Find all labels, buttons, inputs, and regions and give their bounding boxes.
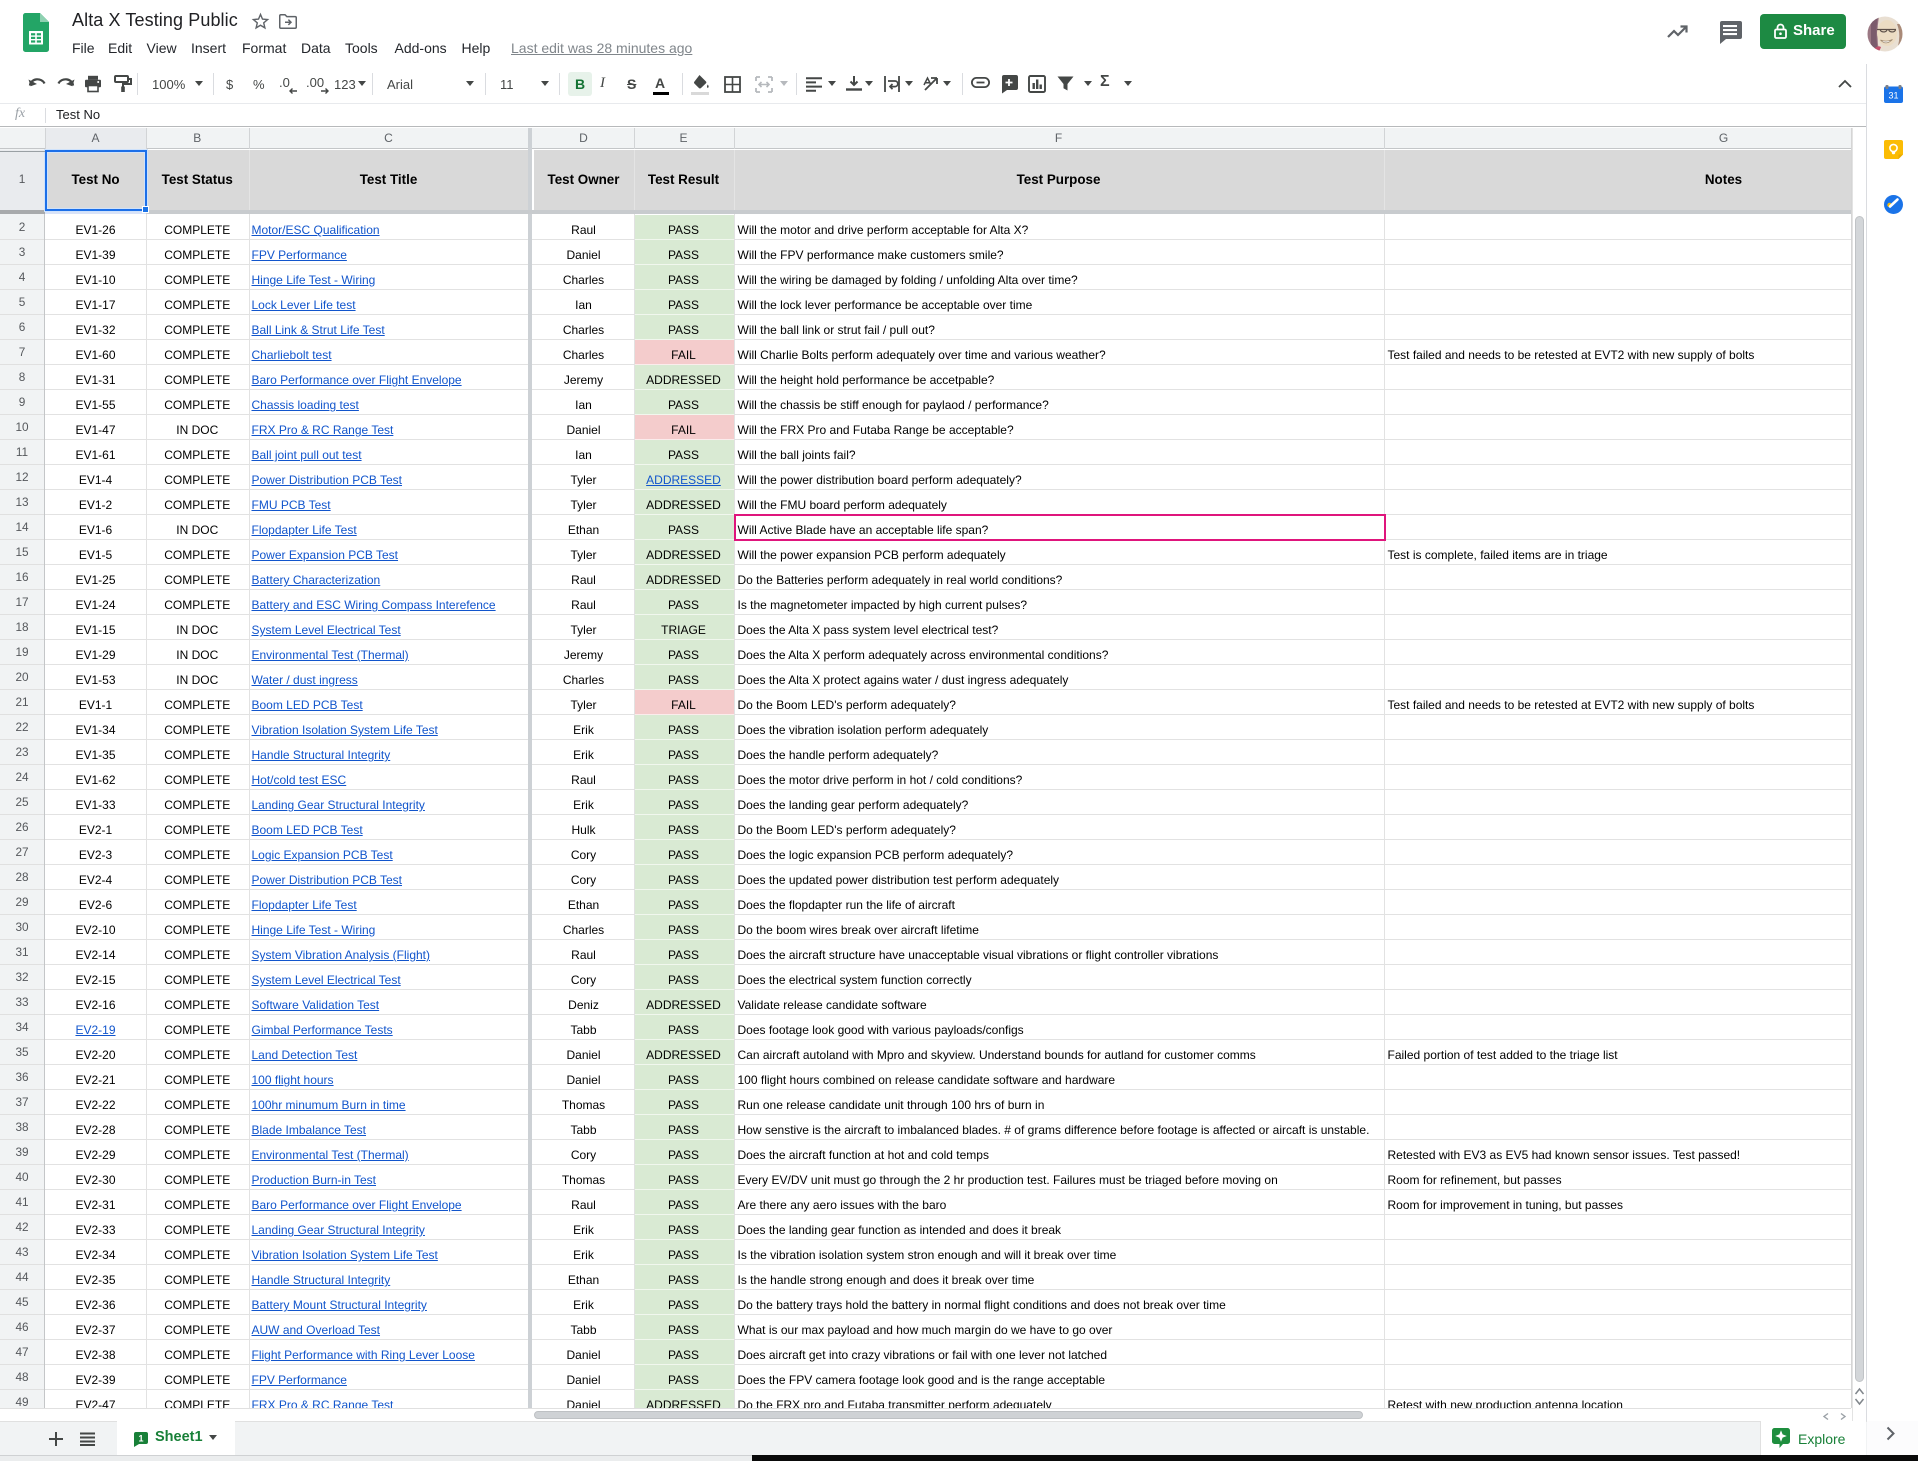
svg-text:31: 31 [1888,91,1898,101]
svg-text:1: 1 [138,1434,143,1444]
